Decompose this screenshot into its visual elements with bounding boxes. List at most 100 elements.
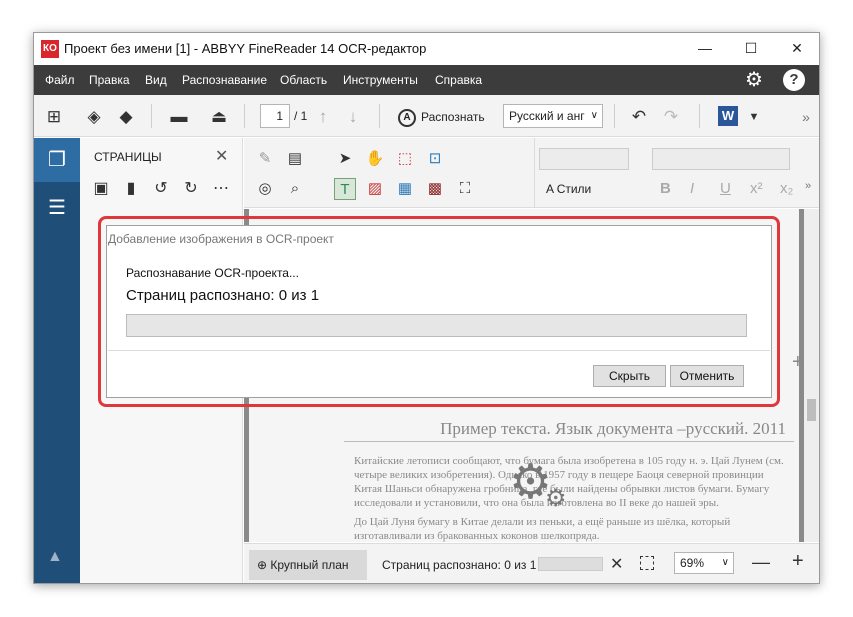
more-options-icon[interactable]: ⋯ xyxy=(210,178,232,200)
menu-area[interactable]: Область xyxy=(280,73,327,87)
italic-button[interactable]: I xyxy=(690,180,694,197)
toolbar-divider xyxy=(699,104,700,128)
page-total: / 1 xyxy=(294,109,308,123)
superscript-button[interactable]: x² xyxy=(750,180,763,197)
settings-gear-icon[interactable]: ⚙ xyxy=(742,68,766,92)
pages-panel-title: СТРАНИЦЫ xyxy=(94,150,162,164)
document-paragraph: До Цай Луня бумагу в Китае делали из пен… xyxy=(354,516,731,542)
menu-edit[interactable]: Правка xyxy=(89,73,130,87)
zoom-in-button[interactable]: + xyxy=(792,550,804,573)
status-text: Страниц распознано: 0 из 1 xyxy=(382,558,537,572)
layers-icon[interactable]: ◆ xyxy=(116,107,136,127)
crop-icon[interactable]: ⛶ xyxy=(454,178,476,200)
zoom-value: 69% xyxy=(680,556,705,570)
magnifier-icon: ⊕ xyxy=(257,558,268,572)
pages-view-icon[interactable]: ❐ xyxy=(34,138,80,182)
undo-icon[interactable]: ↶ xyxy=(629,107,649,127)
recognize-button[interactable]: A Распознать xyxy=(398,106,485,128)
zoom-in-side-icon[interactable]: + xyxy=(792,351,804,374)
help-icon[interactable]: ? xyxy=(783,69,805,91)
warning-icon[interactable]: ▲ xyxy=(47,548,63,566)
new-project-icon[interactable]: ⊞ xyxy=(44,107,64,127)
table-area-icon[interactable]: ▦ xyxy=(394,178,416,200)
menu-tools[interactable]: Инструменты xyxy=(343,73,418,87)
toolbar-divider xyxy=(244,104,245,128)
menu-help[interactable]: Справка xyxy=(435,73,482,87)
subscript-button[interactable]: x₂ xyxy=(780,180,793,197)
style-select[interactable] xyxy=(539,148,629,170)
hand-tool-icon[interactable]: ✋ xyxy=(364,148,386,170)
vertical-scrollbar[interactable] xyxy=(804,209,819,542)
styles-button[interactable]: A Стили xyxy=(546,182,591,196)
text-area-icon[interactable]: T xyxy=(334,178,356,200)
previous-page-arrow-icon[interactable]: ↑ xyxy=(313,107,333,127)
next-page-arrow-icon[interactable]: ↓ xyxy=(343,107,363,127)
menu-bar: Файл Правка Вид Распознавание Область Ин… xyxy=(34,65,819,95)
list-view-icon[interactable]: ☰ xyxy=(34,186,80,230)
image-toolbar: ✎ ▤ ◎ ⌕ ➤ ✋ ⬚ ⊡ T ▨ ▦ ▩ ⛶ xyxy=(244,138,534,208)
select-area-icon[interactable]: ⊡ xyxy=(424,148,446,170)
format-overflow-icon[interactable]: » xyxy=(805,180,811,192)
recognize-label: Распознать xyxy=(421,110,485,124)
fit-page-icon[interactable] xyxy=(640,556,654,570)
menu-file[interactable]: Файл xyxy=(45,73,75,87)
language-select[interactable]: Русский и анг ∨ xyxy=(503,104,603,128)
delete-area-icon[interactable]: ⬚ xyxy=(394,148,416,170)
minimize-button[interactable]: — xyxy=(682,33,728,63)
document-paragraph: Китайские летописи сообщают, что бумага … xyxy=(354,455,784,509)
close-button[interactable]: ✕ xyxy=(774,33,819,63)
scrollbar-thumb[interactable] xyxy=(807,399,816,421)
styles-label: Стили xyxy=(556,182,592,196)
edit-image-icon[interactable]: ✎ xyxy=(254,148,276,170)
toolbar-divider xyxy=(151,104,152,128)
processing-gear-small-icon: ⚙ xyxy=(545,485,567,512)
redo-icon[interactable]: ↷ xyxy=(661,107,681,127)
save-page-icon[interactable]: ▤ xyxy=(284,148,306,170)
app-logo-icon: КО xyxy=(41,40,59,58)
rotate-right-icon[interactable]: ↻ xyxy=(180,178,202,200)
menu-recognition[interactable]: Распознавание xyxy=(182,73,267,87)
zoom-view-button[interactable]: ⊕ Крупный план xyxy=(249,550,367,580)
bold-button[interactable]: B xyxy=(660,180,671,197)
chevron-down-icon: ∨ xyxy=(590,110,598,121)
delete-icon[interactable]: ▮ xyxy=(120,178,142,200)
open-folder-icon[interactable]: ▬ xyxy=(169,107,189,127)
recognize-icon: A xyxy=(398,108,416,127)
title-bar: КО Проект без имени [1] - ABBYY FineRead… xyxy=(34,33,819,65)
save-to-word-icon[interactable]: W xyxy=(718,106,738,126)
cancel-recognition-icon[interactable]: ✕ xyxy=(610,554,623,574)
status-progress-bar xyxy=(538,557,603,571)
document-heading: Пример текста. Язык документа –русский. … xyxy=(344,419,794,442)
zoom-out-button[interactable]: — xyxy=(752,552,770,573)
menu-view[interactable]: Вид xyxy=(145,73,167,87)
underline-button[interactable]: U xyxy=(720,180,731,197)
status-bar: ⊕ Крупный план Страниц распознано: 0 из … xyxy=(244,543,819,583)
toolbar-divider xyxy=(379,104,380,128)
language-value: Русский и анг xyxy=(509,109,585,123)
window-title: Проект без имени [1] - ABBYY FineReader … xyxy=(64,41,427,56)
zoom-select[interactable]: 69% ∨ xyxy=(674,552,734,574)
rotate-left-icon[interactable]: ↺ xyxy=(150,178,172,200)
analyze-page-icon[interactable]: ⌕ xyxy=(284,178,306,200)
zoom-view-label: Крупный план xyxy=(270,558,349,572)
main-toolbar: ⊞ ◈ ◆ ▬ ⏏ 1 / 1 ↑ ↓ A Распознать Русский … xyxy=(34,95,819,137)
toolbar-overflow-icon[interactable]: » xyxy=(796,107,816,127)
left-sidebar: ❐ ☰ xyxy=(34,138,80,583)
add-pages-icon[interactable]: ◈ xyxy=(84,107,104,127)
scan-icon[interactable]: ⏏ xyxy=(209,107,229,127)
export-dropdown-chevron-icon[interactable]: ▼ xyxy=(744,107,764,127)
save-icon[interactable]: ▣ xyxy=(90,178,112,200)
text-format-toolbar: A Стили B I U x² x₂ » xyxy=(534,138,819,208)
recognize-page-icon[interactable]: ◎ xyxy=(254,178,276,200)
background-area-icon[interactable]: ▩ xyxy=(424,178,446,200)
maximize-button[interactable]: ☐ xyxy=(728,33,774,63)
pages-panel-close-icon[interactable]: ✕ xyxy=(215,146,228,166)
page-number-input[interactable]: 1 xyxy=(260,104,290,128)
pointer-tool-icon[interactable]: ➤ xyxy=(334,148,356,170)
chevron-down-icon: ∨ xyxy=(721,557,729,568)
toolbar-divider xyxy=(614,104,615,128)
font-select[interactable] xyxy=(652,148,790,170)
picture-area-icon[interactable]: ▨ xyxy=(364,178,386,200)
styles-icon: A xyxy=(546,182,554,196)
highlight-annotation xyxy=(98,216,780,407)
